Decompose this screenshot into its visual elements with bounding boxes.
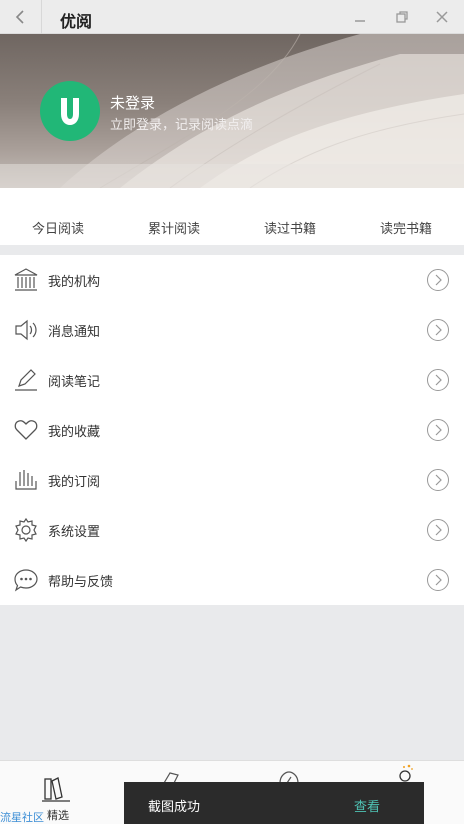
tab-featured-label: 精选 bbox=[47, 809, 69, 822]
tab-category[interactable] bbox=[150, 761, 200, 783]
chevron-right-circle-icon bbox=[427, 369, 449, 391]
profile-banner: 未登录 立即登录，记录阅读点滴 bbox=[0, 34, 464, 188]
chevron-left-icon bbox=[15, 10, 24, 24]
menu-item-label: 系统设置 bbox=[48, 525, 101, 540]
reading-stats: 今日阅读 累计阅读 读过书籍 读完书籍 bbox=[0, 188, 464, 245]
screenshot-toast: 截图成功 查看 bbox=[124, 782, 424, 824]
chevron-right-circle-icon bbox=[427, 519, 449, 541]
toast-view-button[interactable]: 查看 bbox=[354, 796, 380, 815]
speaker-icon bbox=[15, 319, 37, 341]
restore-button[interactable] bbox=[391, 6, 413, 28]
minimize-button[interactable] bbox=[349, 6, 371, 28]
menu-item-label: 我的订阅 bbox=[48, 475, 101, 490]
chat-bubble-icon bbox=[14, 569, 38, 592]
app-title: 优阅 bbox=[60, 12, 93, 31]
heart-icon bbox=[14, 420, 38, 440]
chevron-right-circle-icon bbox=[427, 319, 449, 341]
stat-books-read[interactable]: 读过书籍 bbox=[264, 218, 316, 237]
menu-item-favorites[interactable]: 我的收藏 bbox=[0, 405, 464, 455]
stat-books-finished[interactable]: 读完书籍 bbox=[380, 218, 432, 237]
close-icon bbox=[436, 11, 448, 23]
login-status[interactable]: 未登录 bbox=[110, 92, 155, 113]
menu-item-label: 帮助与反馈 bbox=[48, 575, 114, 590]
restore-icon bbox=[396, 11, 408, 23]
login-prompt[interactable]: 立即登录，记录阅读点滴 bbox=[110, 114, 253, 133]
chevron-right-circle-icon bbox=[427, 469, 449, 491]
menu-item-subscriptions[interactable]: 我的订阅 bbox=[0, 455, 464, 505]
menu-item-label: 阅读笔记 bbox=[48, 375, 101, 390]
title-bar: 优阅 bbox=[0, 0, 464, 34]
tab-profile[interactable] bbox=[385, 761, 425, 783]
menu-item-institution[interactable]: 我的机构 bbox=[0, 255, 464, 305]
menu-item-help-feedback[interactable]: 帮助与反馈 bbox=[0, 555, 464, 605]
menu-item-label: 消息通知 bbox=[48, 325, 101, 340]
app-logo-icon bbox=[61, 98, 79, 125]
chevron-right-circle-icon bbox=[427, 419, 449, 441]
menu-item-label: 我的机构 bbox=[48, 275, 101, 290]
user-icon bbox=[399, 764, 413, 782]
stat-today-reading[interactable]: 今日阅读 bbox=[32, 218, 84, 237]
pen-icon bbox=[15, 369, 37, 391]
menu-item-reading-notes[interactable]: 阅读笔记 bbox=[0, 355, 464, 405]
gear-icon bbox=[15, 517, 37, 543]
institution-icon bbox=[14, 268, 38, 291]
menu-list: 我的机构 消息通知 阅读笔记 我的收藏 我的订阅 系统设置 帮助与反馈 bbox=[0, 255, 464, 605]
menu-item-settings[interactable]: 系统设置 bbox=[0, 505, 464, 555]
close-button[interactable] bbox=[431, 6, 453, 28]
menu-item-notifications[interactable]: 消息通知 bbox=[0, 305, 464, 355]
tab-discover[interactable] bbox=[270, 761, 310, 783]
back-button[interactable] bbox=[0, 0, 42, 34]
stat-total-reading[interactable]: 累计阅读 bbox=[148, 218, 200, 237]
toast-message: 截图成功 bbox=[148, 800, 201, 815]
subscribe-icon bbox=[15, 470, 37, 490]
bookshelf-icon bbox=[42, 777, 70, 802]
chevron-right-circle-icon bbox=[427, 269, 449, 291]
minimize-icon bbox=[355, 20, 365, 22]
chevron-right-circle-icon bbox=[427, 569, 449, 591]
watermark: 流星社区 bbox=[0, 811, 44, 824]
menu-item-label: 我的收藏 bbox=[48, 425, 101, 440]
avatar[interactable] bbox=[40, 81, 100, 141]
